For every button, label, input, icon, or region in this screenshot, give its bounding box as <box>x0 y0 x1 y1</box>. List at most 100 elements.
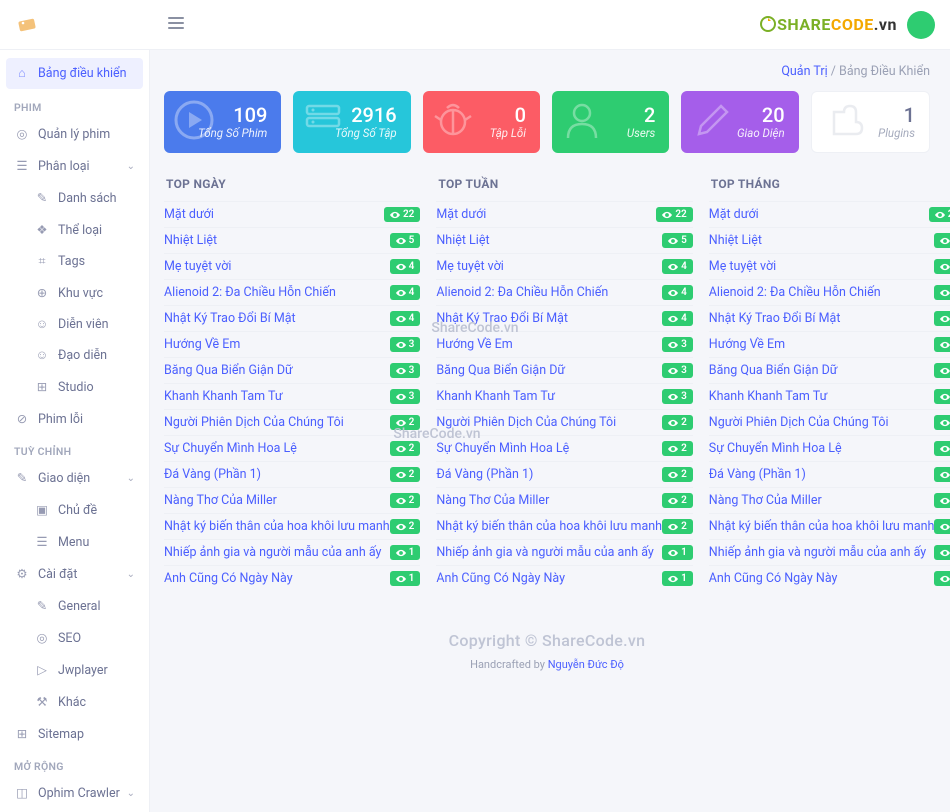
rank-link[interactable]: Băng Qua Biển Giận Dữ <box>436 363 662 378</box>
nav-giaodien[interactable]: ✎Giao diện⌄ <box>0 462 149 494</box>
rank-link[interactable]: Nhật ký biến thân của hoa khôi lưu manh <box>709 519 935 534</box>
rank-link[interactable]: Hướng Về Em <box>164 337 390 352</box>
app-logo[interactable] <box>15 15 43 35</box>
stat-error-episodes[interactable]: 0 Tập Lỗi <box>423 91 540 153</box>
rank-link[interactable]: Nhật ký biến thân của hoa khôi lưu manh <box>436 519 662 534</box>
rank-link[interactable]: Nhiệt Liệt <box>164 233 390 248</box>
rank-link[interactable]: Băng Qua Biển Giận Dữ <box>164 363 390 378</box>
rank-link[interactable]: Sự Chuyển Mình Hoa Lệ <box>436 441 662 456</box>
stat-users[interactable]: 2 Users <box>552 91 669 153</box>
rank-link[interactable]: Hướng Về Em <box>709 337 935 352</box>
rank-link[interactable]: Nhật Ký Trao Đổi Bí Mật <box>709 311 935 326</box>
stat-total-films[interactable]: 109 Tổng Số Phim <box>164 91 281 153</box>
nav-dashboard[interactable]: ⌂Bảng điều khiển <box>6 58 143 89</box>
rank-link[interactable]: Nhật Ký Trao Đổi Bí Mật <box>436 311 662 326</box>
nav-phanloai[interactable]: ☰Phân loại⌄ <box>0 150 149 182</box>
rank-link[interactable]: Nhiệt Liệt <box>709 233 935 248</box>
rank-link[interactable]: Nhiếp ảnh gia và người mẫu của anh ấy <box>709 545 935 560</box>
rank-link[interactable]: Khanh Khanh Tam Tư <box>164 389 390 404</box>
chevron-down-icon: ⌄ <box>127 161 135 172</box>
sidebar-toggle[interactable] <box>168 14 184 36</box>
user-icon <box>560 98 604 146</box>
rank-link[interactable]: Mặt dưới <box>164 207 384 222</box>
view-badge: 3 <box>390 337 421 352</box>
rank-link[interactable]: Mẹ tuyệt vời <box>436 259 662 274</box>
nav-menu[interactable]: ☰Menu <box>0 526 149 558</box>
view-badge: 4 <box>934 285 950 300</box>
view-badge: 2 <box>390 493 421 508</box>
nav-theloai[interactable]: ❖Thể loại <box>0 214 149 246</box>
list-icon: ☰ <box>14 158 30 174</box>
rank-link[interactable]: Anh Cũng Có Ngày Này <box>164 571 390 586</box>
nav-sitemap[interactable]: ⊞Sitemap <box>0 718 149 750</box>
nav-khac[interactable]: ⚒Khác <box>0 686 149 718</box>
rank-link[interactable]: Mẹ tuyệt vời <box>164 259 390 274</box>
bug-icon <box>431 98 475 146</box>
rank-link[interactable]: Nhật ký biến thân của hoa khôi lưu manh <box>164 519 390 534</box>
rank-link[interactable]: Anh Cũng Có Ngày Này <box>436 571 662 586</box>
rank-link[interactable]: Đá Vàng (Phần 1) <box>709 467 935 482</box>
breadcrumb-admin[interactable]: Quản Trị <box>781 64 827 79</box>
view-badge: 5 <box>390 233 421 248</box>
rank-link[interactable]: Sự Chuyển Mình Hoa Lệ <box>164 441 390 456</box>
rank-link[interactable]: Mẹ tuyệt vời <box>709 259 935 274</box>
nav-dienvien[interactable]: ☺Diễn viên <box>0 309 149 340</box>
view-badge: 4 <box>662 259 693 274</box>
rank-link[interactable]: Nàng Thơ Của Miller <box>164 493 390 508</box>
rank-row: Nàng Thơ Của Miller 2 <box>164 487 420 513</box>
rank-link[interactable]: Người Phiên Dịch Của Chúng Tôi <box>436 415 662 430</box>
view-badge: 1 <box>934 545 950 560</box>
stat-total-episodes[interactable]: 2916 Tổng Số Tập <box>293 91 410 153</box>
stat-themes[interactable]: 20 Giao Diện <box>681 91 798 153</box>
nav-daodien[interactable]: ☺Đạo diễn <box>0 340 149 371</box>
rank-row: Khanh Khanh Tam Tư 3 <box>709 383 950 409</box>
nav-chude[interactable]: ▣Chủ đề <box>0 494 149 526</box>
tag-icon: ❖ <box>34 222 50 238</box>
top-day-title: TOP NGÀY <box>164 169 420 201</box>
view-badge: 2 <box>390 415 421 430</box>
view-badge: 4 <box>390 285 421 300</box>
rank-link[interactable]: Mặt dưới <box>436 207 656 222</box>
rank-link[interactable]: Nhiếp ảnh gia và người mẫu của anh ấy <box>164 545 390 560</box>
rank-link[interactable]: Khanh Khanh Tam Tư <box>436 389 662 404</box>
view-badge: 4 <box>390 311 421 326</box>
view-badge: 3 <box>390 389 421 404</box>
rank-link[interactable]: Alienoid 2: Đa Chiều Hỗn Chiến <box>164 285 390 300</box>
rank-link[interactable]: Người Phiên Dịch Của Chúng Tôi <box>709 415 935 430</box>
rank-link[interactable]: Đá Vàng (Phần 1) <box>436 467 662 482</box>
nav-seo[interactable]: ◎SEO <box>0 622 149 654</box>
nav-jwplayer[interactable]: ▷Jwplayer <box>0 654 149 686</box>
nav-general[interactable]: ✎General <box>0 590 149 622</box>
rank-link[interactable]: Nàng Thơ Của Miller <box>709 493 935 508</box>
rank-row: Nhật ký biến thân của hoa khôi lưu manh … <box>164 513 420 539</box>
nav-quanly-phim[interactable]: ◎Quản lý phim <box>0 118 149 150</box>
rank-link[interactable]: Anh Cũng Có Ngày Này <box>709 571 935 586</box>
view-badge: 2 <box>662 441 693 456</box>
rank-link[interactable]: Mặt dưới <box>709 207 929 222</box>
view-badge: 4 <box>934 311 950 326</box>
nav-caidat[interactable]: ⚙Cài đặt⌄ <box>0 558 149 590</box>
nav-ophim-crawler[interactable]: ◫Ophim Crawler⌄ <box>0 777 149 809</box>
nav-tags[interactable]: ⌗Tags <box>0 246 149 277</box>
rank-link[interactable]: Băng Qua Biển Giận Dữ <box>709 363 935 378</box>
nav-studio[interactable]: ⊞Studio <box>0 371 149 403</box>
rank-link[interactable]: Nhật Ký Trao Đổi Bí Mật <box>164 311 390 326</box>
rank-link[interactable]: Người Phiên Dịch Của Chúng Tôi <box>164 415 390 430</box>
nav-danhsach[interactable]: ✎Danh sách <box>0 182 149 214</box>
rank-link[interactable]: Sự Chuyển Mình Hoa Lệ <box>709 441 935 456</box>
nav-phimloi[interactable]: ⊘Phim lỗi <box>0 403 149 435</box>
rank-row: Băng Qua Biển Giận Dữ 3 <box>709 357 950 383</box>
rank-link[interactable]: Nhiếp ảnh gia và người mẫu của anh ấy <box>436 545 662 560</box>
rank-link[interactable]: Khanh Khanh Tam Tư <box>709 389 935 404</box>
nav-khuvuc[interactable]: ⊕Khu vực <box>0 277 149 309</box>
rank-link[interactable]: Alienoid 2: Đa Chiều Hỗn Chiến <box>709 285 935 300</box>
rank-link[interactable]: Hướng Về Em <box>436 337 662 352</box>
user-avatar[interactable] <box>907 11 935 39</box>
rank-link[interactable]: Nàng Thơ Của Miller <box>436 493 662 508</box>
rank-link[interactable]: Đá Vàng (Phần 1) <box>164 467 390 482</box>
stat-plugins[interactable]: 1 Plugins <box>811 91 930 153</box>
rank-link[interactable]: Alienoid 2: Đa Chiều Hỗn Chiến <box>436 285 662 300</box>
rank-link[interactable]: Nhiệt Liệt <box>436 233 662 248</box>
rank-row: Sự Chuyển Mình Hoa Lệ 2 <box>709 435 950 461</box>
author-link[interactable]: Nguyễn Đức Độ <box>548 658 624 671</box>
